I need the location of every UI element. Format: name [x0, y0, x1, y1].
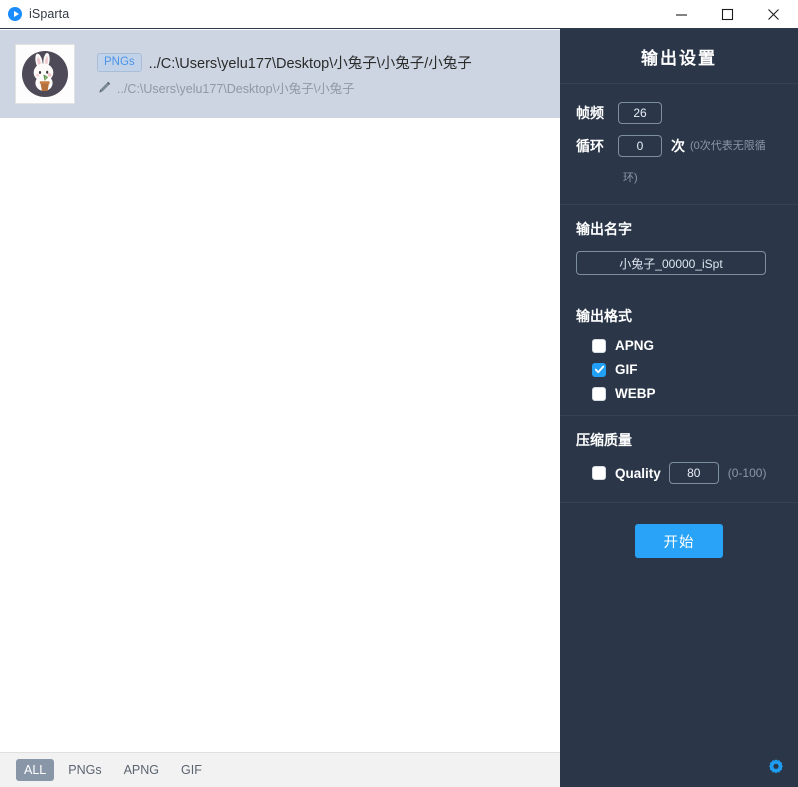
output-format-title: 输出格式 [576, 308, 632, 324]
output-name-input[interactable] [576, 251, 766, 275]
webp-label: WEBP [615, 386, 656, 401]
gif-checkbox[interactable] [592, 362, 606, 377]
loop-count-input[interactable] [618, 135, 662, 157]
bottom-filter-bar: ALL PNGs APNG GIF [0, 752, 560, 787]
file-list-pane: PNGs ../C:\Users\yelu177\Desktop\小兔子\小兔子… [0, 29, 560, 752]
file-type-badge: PNGs [97, 52, 142, 72]
quality-checkbox[interactable] [592, 466, 606, 480]
format-option-gif[interactable]: GIF [560, 362, 798, 377]
quality-row: Quality (0-100) [560, 462, 798, 484]
loop-label: 循环 [576, 138, 604, 154]
title-bar: iSparta [0, 0, 798, 29]
close-button[interactable] [750, 0, 796, 28]
quality-label: Quality [615, 465, 661, 481]
tab-all[interactable]: ALL [16, 759, 55, 781]
output-format-section: 输出格式 APNG GIF WEBP [560, 293, 798, 415]
panel-header: 输出设置 [560, 29, 798, 84]
file-source-path: ../C:\Users\yelu177\Desktop\小兔子\小兔子/小兔子 [148, 55, 472, 72]
output-settings-panel: 输出设置 帧频 循环 次 (0次代表无限循 环) 输出名字 [560, 29, 798, 787]
quality-section: 压缩质量 Quality (0-100) [560, 416, 798, 502]
loop-row: 循环 次 (0次代表无限循 [560, 135, 798, 157]
pencil-icon[interactable] [97, 80, 112, 95]
apng-checkbox[interactable] [592, 338, 606, 353]
framerate-label: 帧频 [576, 105, 604, 121]
tab-pngs[interactable]: PNGs [60, 759, 109, 781]
webp-checkbox[interactable] [592, 386, 606, 401]
output-name-section: 输出名字 [560, 205, 798, 293]
rabbit-avatar-thumbnail [15, 44, 75, 104]
basic-settings-section: 帧频 循环 次 (0次代表无限循 环) [560, 84, 798, 204]
file-info: PNGs ../C:\Users\yelu177\Desktop\小兔子\小兔子… [97, 52, 472, 97]
tab-apng[interactable]: APNG [116, 759, 167, 781]
loop-unit-label: 次 [671, 138, 685, 154]
loop-hint-text: (0次代表无限循 [690, 140, 766, 152]
tab-gif[interactable]: GIF [173, 759, 210, 781]
gear-icon[interactable] [766, 757, 786, 777]
gif-label: GIF [615, 362, 638, 377]
file-source-line: PNGs ../C:\Users\yelu177\Desktop\小兔子\小兔子… [97, 52, 472, 73]
panel-title: 输出设置 [641, 48, 717, 68]
format-option-apng[interactable]: APNG [560, 338, 798, 353]
file-output-path: ../C:\Users\yelu177\Desktop\小兔子\小兔子 [117, 81, 355, 96]
framerate-input[interactable] [618, 102, 662, 124]
loop-hint-text-2: 环) [623, 172, 638, 184]
file-output-line[interactable]: ../C:\Users\yelu177\Desktop\小兔子\小兔子 [97, 78, 472, 97]
start-button[interactable]: 开始 [635, 524, 723, 558]
quality-value-input[interactable] [668, 462, 719, 484]
format-option-webp[interactable]: WEBP [560, 386, 798, 401]
quality-title: 压缩质量 [576, 432, 632, 448]
quality-range-hint: (0-100) [727, 466, 767, 480]
loop-hint-wrap: 环) [560, 168, 798, 188]
play-circle-icon [8, 7, 22, 21]
framerate-row: 帧频 [560, 102, 798, 124]
list-item[interactable]: PNGs ../C:\Users\yelu177\Desktop\小兔子\小兔子… [0, 30, 560, 118]
start-section: 开始 [560, 503, 798, 558]
minimize-button[interactable] [658, 0, 704, 28]
output-name-title: 输出名字 [576, 221, 632, 237]
apng-label: APNG [615, 338, 655, 353]
app-title: iSparta [29, 7, 70, 21]
maximize-button[interactable] [704, 0, 750, 28]
app-window: iSparta PNGs ../C:\Users\yelu177\Desktop… [0, 0, 798, 787]
